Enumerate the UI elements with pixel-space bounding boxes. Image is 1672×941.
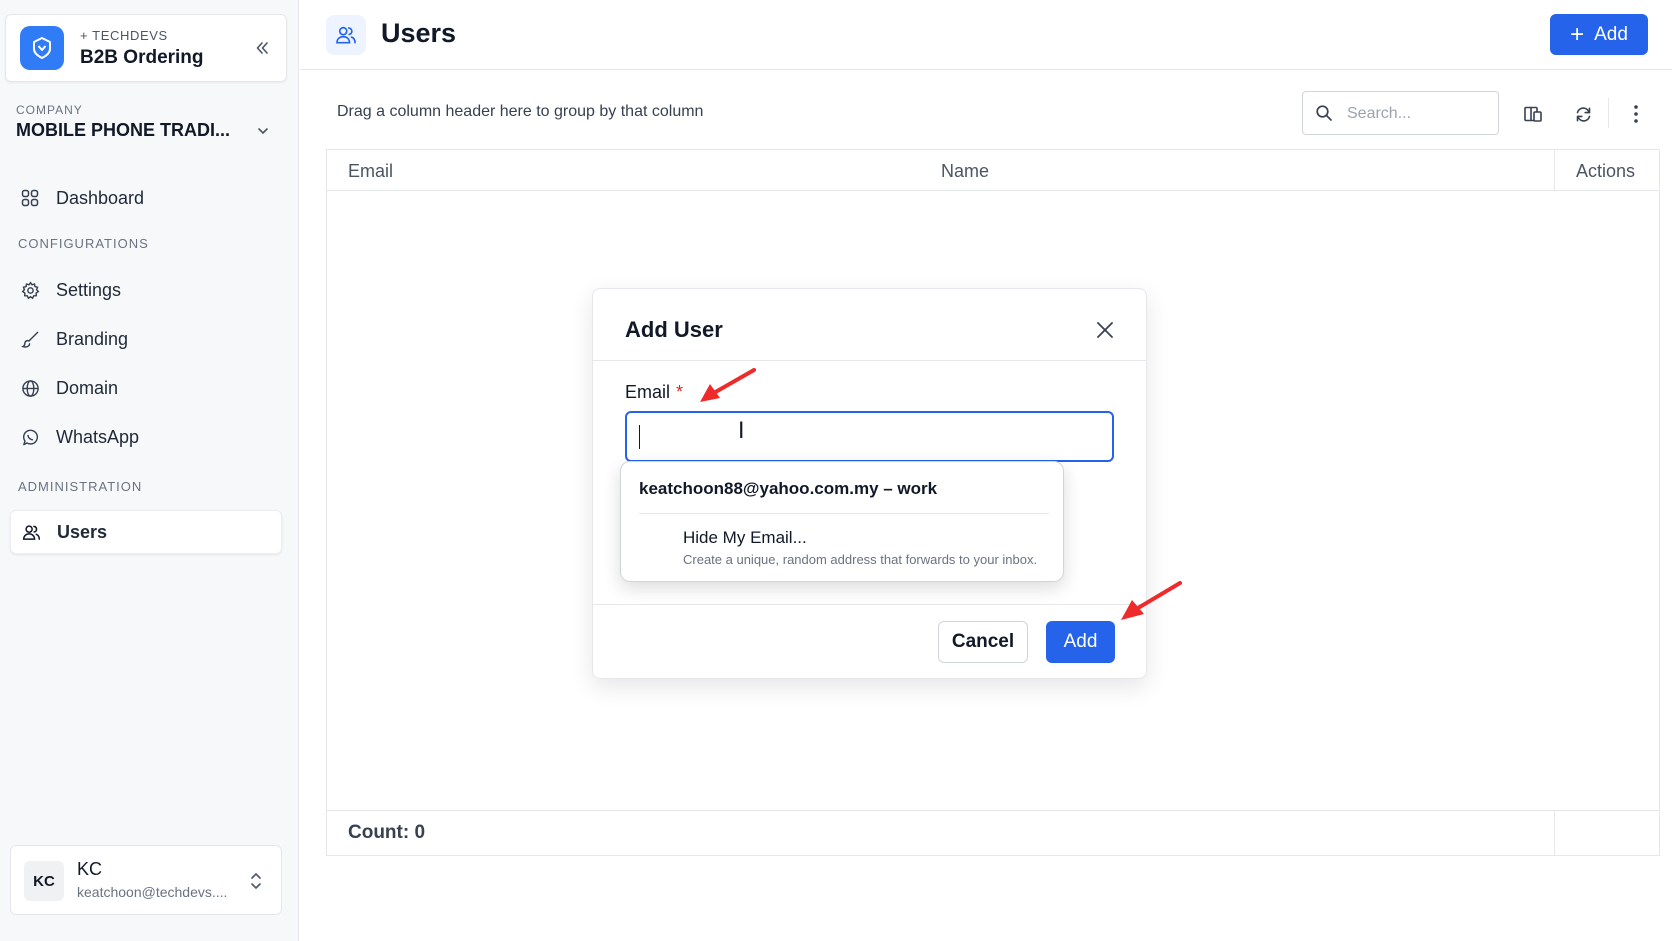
sidebar-item-dashboard[interactable]: Dashboard xyxy=(10,176,282,220)
hide-my-email-option[interactable]: Hide My Email... xyxy=(683,528,807,548)
close-dialog-button[interactable] xyxy=(1092,317,1118,343)
brush-icon xyxy=(20,329,40,349)
page-header: Users + Add xyxy=(300,0,1672,70)
users-icon xyxy=(21,522,41,542)
group-by-drop-zone[interactable]: Drag a column header here to group by th… xyxy=(337,103,703,121)
gear-icon xyxy=(20,280,40,300)
refresh-button[interactable] xyxy=(1569,100,1597,128)
user-name: KC xyxy=(77,859,103,879)
column-chooser-icon xyxy=(1524,106,1542,122)
sidebar-item-whatsapp[interactable]: WhatsApp xyxy=(10,415,282,459)
whatsapp-icon xyxy=(20,427,40,447)
page-title: Users xyxy=(381,18,457,48)
close-icon xyxy=(1097,322,1113,338)
section-label-administration: ADMINISTRATION xyxy=(18,479,143,494)
brand-org-label: + TECHDEVS xyxy=(80,28,168,43)
company-label: COMPANY xyxy=(16,103,83,117)
text-cursor-icon: I xyxy=(738,419,745,444)
collapse-sidebar-button[interactable] xyxy=(249,35,275,61)
user-email: keatchoon@techdevs.... xyxy=(77,884,228,900)
brand-card: + TECHDEVS B2B Ordering xyxy=(5,14,287,82)
dialog-title: Add User xyxy=(625,317,723,342)
avatar: KC xyxy=(24,861,64,901)
add-button[interactable]: Add xyxy=(1046,621,1115,663)
sidebar-item-label: Domain xyxy=(56,377,119,398)
text-caret xyxy=(639,425,640,449)
user-menu[interactable]: KC KC keatchoon@techdevs.... xyxy=(10,845,282,915)
column-header-name[interactable]: Name xyxy=(941,161,989,182)
add-user-button[interactable]: + Add xyxy=(1550,14,1648,55)
sidebar-item-domain[interactable]: Domain xyxy=(10,366,282,410)
row-count: Count: 0 xyxy=(348,822,426,843)
sidebar: + TECHDEVS B2B Ordering COMPANY MOBILE P… xyxy=(0,0,299,941)
search-input[interactable] xyxy=(1347,102,1487,126)
more-vertical-icon xyxy=(1634,105,1638,123)
chevrons-up-down-icon xyxy=(249,871,263,896)
annotation-arrow-icon xyxy=(1121,581,1182,620)
table-header: Email Name Actions xyxy=(327,150,1659,191)
dialog-divider xyxy=(593,360,1146,361)
table-footer: Count: 0 xyxy=(327,810,1659,856)
column-divider xyxy=(1554,811,1555,856)
required-indicator: * xyxy=(676,382,684,402)
search-icon xyxy=(1315,104,1333,127)
sidebar-item-label: Users xyxy=(57,521,108,542)
more-options-button[interactable] xyxy=(1622,100,1650,128)
company-name: MOBILE PHONE TRADI... xyxy=(16,120,231,140)
brand-logo-icon xyxy=(20,26,64,70)
sidebar-item-label: WhatsApp xyxy=(56,426,140,447)
company-select[interactable]: MOBILE PHONE TRADI... xyxy=(16,120,274,146)
plus-icon: + xyxy=(1570,20,1585,48)
hide-my-email-description: Create a unique, random address that for… xyxy=(683,552,1038,567)
autofill-suggestion-email[interactable]: keatchoon88@yahoo.com.my – work xyxy=(639,479,937,499)
column-header-actions: Actions xyxy=(1576,161,1636,181)
section-label-configurations: CONFIGURATIONS xyxy=(18,236,149,251)
sidebar-item-label: Branding xyxy=(56,328,129,349)
annotation-arrow-icon xyxy=(700,368,756,402)
brand-app-title: B2B Ordering xyxy=(80,47,204,68)
email-label-text: Email xyxy=(625,382,671,402)
autofill-divider xyxy=(639,513,1049,514)
column-chooser-button[interactable] xyxy=(1519,100,1547,128)
column-divider xyxy=(1554,150,1555,191)
toolbar-divider xyxy=(1608,98,1609,128)
refresh-icon xyxy=(1576,106,1590,122)
email-field[interactable] xyxy=(625,411,1114,462)
cancel-button[interactable]: Cancel xyxy=(938,621,1028,663)
search-box xyxy=(1302,91,1499,135)
sidebar-item-label: Dashboard xyxy=(56,187,145,208)
email-autofill-dropdown: keatchoon88@yahoo.com.my – work Hide My … xyxy=(620,461,1064,582)
sidebar-item-settings[interactable]: Settings xyxy=(10,268,282,312)
dialog-divider xyxy=(593,604,1146,605)
dashboard-icon xyxy=(20,188,40,208)
chevron-down-icon xyxy=(256,124,270,143)
sidebar-item-label: Settings xyxy=(56,279,122,300)
add-button-label: Add xyxy=(1594,23,1628,45)
chevrons-left-icon xyxy=(256,42,268,54)
column-header-email[interactable]: Email xyxy=(348,161,393,182)
users-icon xyxy=(326,15,366,55)
sidebar-item-branding[interactable]: Branding xyxy=(10,317,282,361)
email-label: Email * xyxy=(625,382,683,403)
globe-icon xyxy=(20,378,40,398)
sidebar-item-users[interactable]: Users xyxy=(10,510,282,554)
